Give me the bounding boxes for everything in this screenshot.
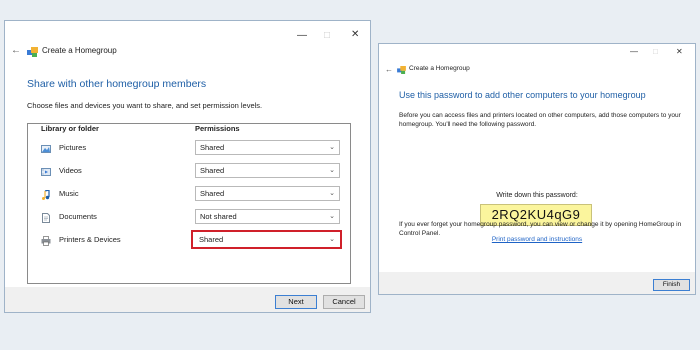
select-value: Shared bbox=[200, 143, 225, 152]
list-item-pictures: Pictures Shared ⌄ bbox=[27, 140, 351, 160]
permission-select-printers-devices[interactable]: Shared ⌄ bbox=[191, 230, 342, 249]
chevron-down-icon: ⌄ bbox=[329, 213, 335, 220]
row-label: Music bbox=[59, 189, 79, 198]
page-description: Before you can access files and printers… bbox=[399, 112, 681, 128]
close-button[interactable]: ✕ bbox=[676, 47, 683, 56]
chevron-down-icon: ⌄ bbox=[329, 167, 335, 174]
row-label: Videos bbox=[59, 166, 82, 175]
maximize-button[interactable]: □ bbox=[653, 47, 658, 56]
list-item-documents: Documents Not shared ⌄ bbox=[27, 209, 351, 229]
permission-select-pictures[interactable]: Shared ⌄ bbox=[195, 140, 340, 155]
permission-select-documents[interactable]: Not shared ⌄ bbox=[195, 209, 340, 224]
create-homegroup-window-share: ← Create a Homegroup — □ ✕ Share with ot… bbox=[4, 20, 371, 313]
window-title: Create a Homegroup bbox=[409, 65, 470, 72]
select-value: Not shared bbox=[200, 212, 237, 221]
chevron-down-icon: ⌄ bbox=[329, 144, 335, 151]
music-icon bbox=[42, 190, 50, 200]
row-label: Printers & Devices bbox=[59, 235, 121, 244]
minimize-button[interactable]: — bbox=[297, 30, 307, 41]
minimize-button[interactable]: — bbox=[630, 47, 638, 56]
homegroup-icon bbox=[397, 66, 406, 74]
cancel-button[interactable]: Cancel bbox=[323, 295, 365, 309]
printer-icon bbox=[41, 236, 51, 246]
chevron-down-icon: ⌄ bbox=[329, 190, 335, 197]
back-arrow-icon[interactable]: ← bbox=[11, 45, 21, 56]
password-label: Write down this password: bbox=[496, 192, 578, 199]
list-item-videos: Videos Shared ⌄ bbox=[27, 163, 351, 183]
homegroup-icon bbox=[27, 47, 38, 57]
chevron-down-icon: ⌄ bbox=[329, 236, 335, 243]
list-item-printers-devices: Printers & Devices Shared ⌄ bbox=[27, 230, 351, 252]
next-button[interactable]: Next bbox=[275, 295, 317, 309]
forget-password-text: If you ever forget your homegroup passwo… bbox=[399, 221, 682, 237]
create-homegroup-window-password: ← Create a Homegroup — □ ✕ Use this pass… bbox=[378, 43, 696, 295]
title-bar: ← Create a Homegroup — □ ✕ bbox=[5, 21, 370, 57]
permission-select-videos[interactable]: Shared ⌄ bbox=[195, 163, 340, 178]
page-description: Choose files and devices you want to sha… bbox=[27, 101, 263, 110]
pictures-icon bbox=[41, 145, 51, 153]
page-heading: Use this password to add other computers… bbox=[399, 90, 646, 100]
permission-select-music[interactable]: Shared ⌄ bbox=[195, 186, 340, 201]
list-item-music: Music Shared ⌄ bbox=[27, 186, 351, 206]
close-button[interactable]: ✕ bbox=[351, 29, 359, 40]
maximize-button[interactable]: □ bbox=[324, 30, 330, 41]
select-value: Shared bbox=[199, 235, 224, 244]
title-bar: ← Create a Homegroup — □ ✕ bbox=[379, 44, 695, 74]
videos-icon bbox=[41, 168, 51, 176]
column-header-library: Library or folder bbox=[41, 124, 99, 133]
documents-icon bbox=[42, 213, 50, 223]
page-heading: Share with other homegroup members bbox=[27, 78, 207, 90]
row-label: Pictures bbox=[59, 143, 87, 152]
column-header-permissions: Permissions bbox=[195, 124, 240, 133]
window-title: Create a Homegroup bbox=[42, 46, 117, 55]
select-value: Shared bbox=[200, 189, 225, 198]
footer-bar bbox=[379, 272, 695, 294]
row-label: Documents bbox=[59, 212, 97, 221]
select-value: Shared bbox=[200, 166, 225, 175]
finish-button[interactable]: Finish bbox=[653, 279, 690, 291]
back-arrow-icon[interactable]: ← bbox=[385, 65, 393, 74]
